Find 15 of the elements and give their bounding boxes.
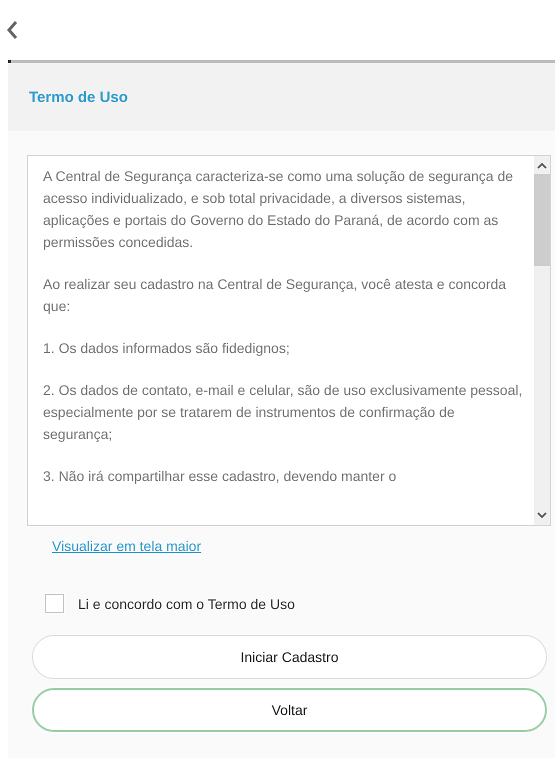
scroll-down-icon[interactable] <box>537 511 547 519</box>
terms-paragraph: 1. Os dados informados são fidedignos; <box>43 339 291 358</box>
scroll-thumb[interactable] <box>534 174 550 266</box>
agree-label: Li e concordo com o Termo de Uso <box>78 596 295 612</box>
back-button[interactable]: Voltar <box>32 688 547 732</box>
agree-checkbox[interactable] <box>45 594 64 613</box>
terms-paragraph: Ao realizar seu cadastro na Central de Segurança, você atesta e concorda que: <box>43 275 508 316</box>
start-button[interactable]: Iniciar Cadastro <box>32 635 547 679</box>
scroll-up-icon[interactable] <box>537 162 547 170</box>
back-icon[interactable] <box>6 20 18 40</box>
terms-paragraph: A Central de Segurança caracteriza-se como uma solução de segurança de acesso individualizado, e sob total privacidade, a diversos sistemas, aplicações e portais do Governo do Estado do Paraná, de acordo com as permissões concedidas. <box>43 167 514 252</box>
terms-paragraph: 3. Não irá compartilhar esse cadastro, devendo manter o <box>43 467 398 486</box>
scrollbar[interactable] <box>534 156 550 525</box>
terms-paragraph: 2. Os dados de contato, e-mail e celular, são de uso exclusivamente pessoal, especialmente por se tratarem de instrumentos de confirmação de segurança; <box>43 381 524 444</box>
section-title: Termo de Uso <box>29 88 128 106</box>
